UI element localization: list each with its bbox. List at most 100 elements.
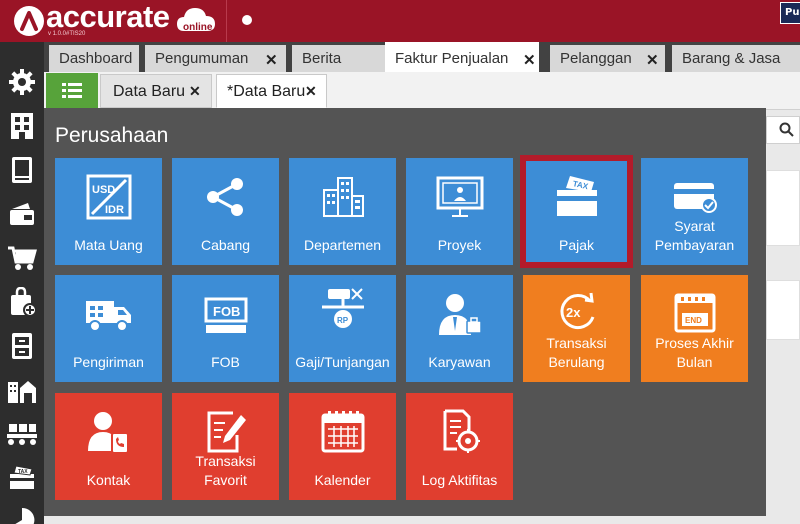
tile-kontak[interactable]: Kontak (55, 393, 162, 500)
tab-data-baru[interactable]: Data Baru ✕ (100, 74, 212, 108)
tile-label: Pajak (558, 237, 595, 253)
close-icon[interactable]: ✕ (189, 83, 201, 100)
wallet-icon[interactable] (6, 198, 38, 230)
tile-gaji-tunjangan[interactable]: RP Gaji/Tunjangan (289, 275, 396, 382)
book-icon[interactable] (6, 154, 38, 186)
tile-log-aktifitas[interactable]: Log Aktifitas (406, 393, 513, 500)
list-view-button[interactable] (46, 73, 98, 108)
usd-idr-icon: USD IDR (55, 174, 162, 224)
tab-label: Dashboard (59, 50, 133, 67)
tile-mata-uang[interactable]: USD IDR Mata Uang (55, 158, 162, 265)
project-board-icon (406, 174, 513, 224)
payroll-icon: RP (289, 285, 396, 335)
tile-label: Gaji/Tunjangan (295, 354, 390, 370)
conveyor-icon[interactable] (6, 418, 38, 450)
tab-pengumuman[interactable]: Pengumuman ✕ (145, 45, 286, 72)
tab-label: Faktur Penjualan (395, 50, 509, 67)
tile-label: Pengiriman (73, 354, 144, 370)
tile-kalender[interactable]: Kalender (289, 393, 396, 500)
tab-label: Data Baru (113, 83, 186, 100)
close-icon[interactable]: ✕ (523, 51, 536, 69)
tile-label: Mata Uang (74, 237, 143, 253)
chart-pie-icon[interactable] (6, 504, 38, 524)
cabinet-icon[interactable] (6, 330, 38, 362)
buildings-icon (289, 174, 396, 224)
tile-pajak[interactable]: TAX Pajak (520, 155, 633, 268)
tile-label: Kalender (314, 472, 371, 488)
tile-proses-akhir-bulan[interactable]: END Proses Akhir Bulan (641, 275, 748, 382)
tile-label: Cabang (200, 237, 251, 253)
contact-icon (55, 409, 162, 459)
logo-text: accurate (46, 0, 170, 34)
tile-label: Departemen (303, 237, 382, 253)
tile-label: Kontak (86, 472, 131, 488)
tile-syarat-pembayaran[interactable]: Syarat Pembayaran (641, 158, 748, 265)
settings-gear-icon[interactable] (6, 66, 38, 98)
svg-text:RP: RP (337, 316, 349, 325)
tab-label: *Data Baru (227, 83, 306, 100)
close-icon[interactable]: ✕ (265, 51, 278, 69)
tile-label: FOB (211, 354, 240, 370)
svg-text:IDR: IDR (105, 204, 124, 216)
tab-dashboard[interactable]: Dashboard (49, 45, 139, 72)
tab-label: Pengumuman (155, 50, 249, 67)
tile-fob[interactable]: FOB FOB (172, 275, 279, 382)
divider (226, 0, 227, 42)
tile-label: Transaksi Favorit (195, 453, 256, 488)
activity-log-icon (406, 409, 513, 459)
cart-icon[interactable] (6, 242, 38, 274)
tile-label: Log Aktifitas (421, 472, 498, 488)
tile-karyawan[interactable]: Karyawan (406, 275, 513, 382)
tile-label: Transaksi Berulang (546, 335, 607, 370)
search-box[interactable] (766, 116, 800, 144)
tile-proyek[interactable]: Proyek (406, 158, 513, 265)
main-tab-bar: Dashboard Pengumuman ✕ Berita ✕ Faktur P… (44, 42, 800, 72)
tile-departemen[interactable]: Departemen (289, 158, 396, 265)
svg-text:2x: 2x (566, 305, 581, 320)
tab-pelanggan[interactable]: Pelanggan ✕ (550, 45, 665, 72)
tab-faktur-penjualan[interactable]: Faktur Penjualan ✕ (385, 42, 539, 72)
tab-label: Barang & Jasa (682, 50, 781, 67)
close-icon[interactable]: ✕ (646, 51, 659, 69)
background-field (766, 280, 800, 340)
top-bar: accurate online v 1.0.0#TIS20 Pu (0, 0, 800, 42)
status-dot[interactable] (242, 15, 252, 25)
tile-label: Proyek (437, 237, 482, 253)
tile-label: Karyawan (428, 354, 491, 370)
building-icon[interactable] (6, 110, 38, 142)
close-icon[interactable]: ✕ (305, 83, 317, 100)
repeat-2x-icon: 2x (523, 289, 630, 339)
tax-icon[interactable]: TAX (6, 462, 38, 494)
truck-icon (55, 291, 162, 341)
logo-suffix: online (183, 22, 213, 33)
shopping-bag-add-icon[interactable] (6, 286, 38, 318)
tab-data-baru-unsaved[interactable]: *Data Baru ✕ (216, 74, 327, 108)
logo-mark (14, 6, 44, 36)
fob-icon: FOB (172, 291, 279, 341)
tile-label: Syarat Pembayaran (654, 218, 735, 253)
tax-icon: TAX (523, 174, 630, 224)
version-label: v 1.0.0#TIS20 (48, 31, 86, 37)
tile-transaksi-berulang[interactable]: 2x Transaksi Berulang (523, 275, 630, 382)
tab-barang-jasa[interactable]: Barang & Jasa (672, 45, 800, 72)
svg-text:FOB: FOB (213, 304, 240, 319)
svg-text:USD: USD (92, 184, 115, 196)
sidebar: TAX (0, 42, 44, 524)
svg-text:END: END (685, 316, 702, 325)
calendar-end-icon: END (641, 289, 748, 339)
sub-tab-bar: Data Baru ✕ *Data Baru ✕ (44, 72, 800, 110)
tile-label: Proses Akhir Bulan (655, 335, 734, 370)
warehouse-icon[interactable] (6, 374, 38, 406)
tile-pengiriman[interactable]: Pengiriman (55, 275, 162, 382)
list-icon (62, 82, 82, 98)
svg-text:TAX: TAX (18, 469, 28, 475)
background-field (766, 170, 800, 246)
tile-transaksi-favorit[interactable]: Transaksi Favorit (172, 393, 279, 500)
share-icon (172, 174, 279, 224)
company-menu-popup: Perusahaan USD IDR Mata Uang Cabang Depar… (44, 108, 766, 516)
tile-cabang[interactable]: Cabang (172, 158, 279, 265)
tab-label: Pelanggan (560, 50, 632, 67)
tab-label: Berita (302, 50, 342, 67)
top-right-button[interactable]: Pu (780, 2, 800, 24)
employee-icon (406, 291, 513, 341)
